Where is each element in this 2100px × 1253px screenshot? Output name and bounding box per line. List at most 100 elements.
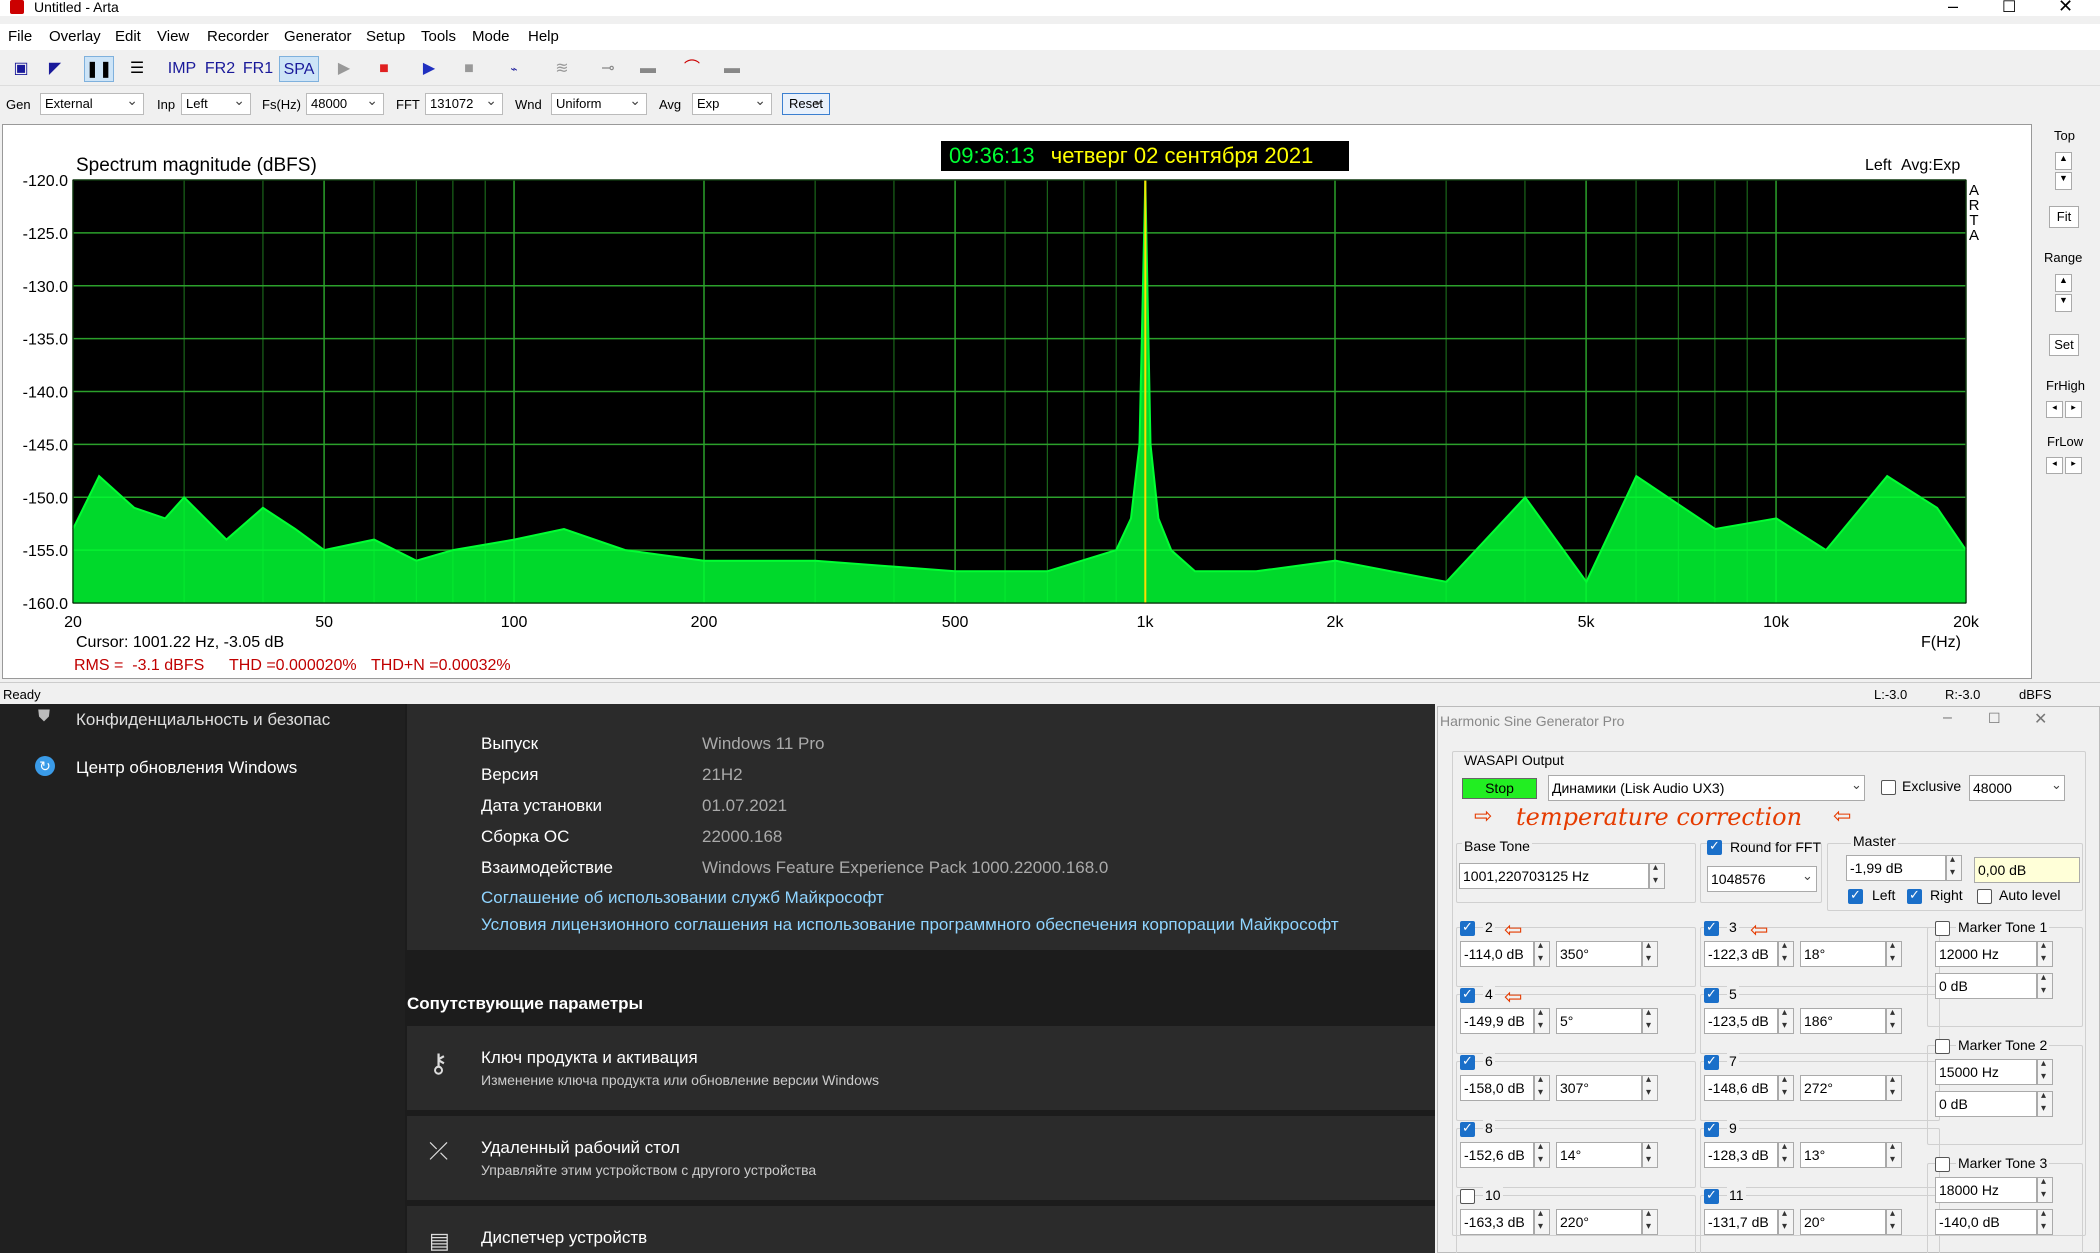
fit-button[interactable]: Fit (2049, 206, 2079, 228)
harmonic-checkbox[interactable] (1704, 1120, 1719, 1137)
base-tone-spinner[interactable] (1649, 862, 1665, 889)
harmonic-checkbox[interactable] (1460, 1189, 1475, 1204)
harmonic-phase-spinner[interactable] (1886, 1074, 1902, 1101)
base-tone-input[interactable]: 1001,220703125 Hz (1459, 863, 1649, 889)
marker-level-spinner[interactable] (2037, 1090, 2053, 1117)
harmonic-phase-spinner[interactable] (1886, 1141, 1902, 1168)
auto-level-checkbox[interactable] (1977, 889, 1992, 904)
menu-recorder[interactable]: Recorder (207, 28, 269, 45)
wnd-select[interactable]: Uniform (551, 90, 647, 115)
new-icon[interactable]: ▣ (10, 56, 32, 82)
harmonic-phase-spinner[interactable] (1642, 1007, 1658, 1034)
scope-icon[interactable]: ⌒ (676, 56, 708, 82)
range-up-button[interactable]: ▲ (2055, 274, 2072, 292)
harmonic-level-input[interactable]: -149,9 dB (1460, 1008, 1534, 1034)
harmonic-phase-input[interactable]: 13° (1800, 1142, 1886, 1168)
menu-file[interactable]: File (8, 28, 32, 45)
top-up-button[interactable]: ▲ (2055, 152, 2072, 170)
harmonic-level-input[interactable]: -158,0 dB (1460, 1075, 1534, 1101)
harmonic-level-input[interactable]: -128,3 dB (1704, 1142, 1778, 1168)
close-icon[interactable]: ✕ (2058, 0, 2073, 17)
harmonic-checkbox[interactable] (1704, 1187, 1719, 1204)
spectrum-chart[interactable]: 20 50 100 200 500 1k 2k 5k 10k 20k -120.0 -125.0 -13… (3, 125, 2033, 680)
marker-frequency-spinner[interactable] (2037, 1058, 2053, 1085)
avg-select[interactable]: Exp (692, 90, 772, 115)
marker-level-spinner[interactable] (2037, 1208, 2053, 1235)
harmonic-level-input[interactable]: -163,3 dB (1460, 1209, 1534, 1235)
card-device-manager[interactable]: ▤ Диспетчер устройств (407, 1206, 1435, 1253)
harmonic-level-spinner[interactable] (1778, 940, 1794, 967)
harmonic-level-input[interactable]: -122,3 dB (1704, 941, 1778, 967)
harmonic-phase-input[interactable]: 18° (1800, 941, 1886, 967)
harmonic-checkbox[interactable] (1704, 919, 1719, 936)
harmonic-checkbox[interactable] (1460, 986, 1475, 1003)
harmonic-phase-input[interactable]: 186° (1800, 1008, 1886, 1034)
round-fft-checkbox[interactable] (1707, 838, 1722, 855)
harmonic-phase-spinner[interactable] (1642, 1074, 1658, 1101)
spa-button[interactable]: SPA (279, 56, 319, 82)
harmonic-phase-input[interactable]: 14° (1556, 1142, 1642, 1168)
menu-view[interactable]: View (157, 28, 189, 45)
spectrum-plot[interactable]: Spectrum magnitude (dBFS) 09:36:13 четве… (2, 124, 2032, 679)
reset-button[interactable]: Reset (782, 90, 830, 115)
harmonic-level-spinner[interactable] (1534, 940, 1550, 967)
ms-license-link[interactable]: Условия лицензионного соглашения на испо… (481, 915, 1339, 935)
record-play-icon[interactable]: ▶ (415, 56, 443, 82)
maximize-icon[interactable]: ☐ (2002, 0, 2016, 17)
harmonic-phase-input[interactable]: 350° (1556, 941, 1642, 967)
menu-overlay[interactable]: Overlay (49, 28, 101, 45)
open-icon[interactable]: ◤ (44, 56, 66, 82)
marker-frequency-spinner[interactable] (2037, 1176, 2053, 1203)
output-device-select[interactable]: Динамики (Lisk Audio UX3) (1548, 775, 1865, 801)
menu-generator[interactable]: Generator (284, 28, 352, 45)
card-product-key[interactable]: ⚷ Ключ продукта и активация Изменение кл… (407, 1026, 1435, 1110)
fr2-button[interactable]: FR2 (203, 56, 237, 82)
harmonic-phase-spinner[interactable] (1886, 1007, 1902, 1034)
harmonic-level-spinner[interactable] (1778, 1141, 1794, 1168)
right-channel-checkbox[interactable] (1907, 887, 1922, 904)
master-spinner[interactable] (1946, 854, 1962, 881)
menu-edit[interactable]: Edit (115, 28, 141, 45)
marker-frequency-spinner[interactable] (2037, 940, 2053, 967)
marker-checkbox[interactable] (1935, 1039, 1950, 1054)
frlow-right-button[interactable]: ▸ (2065, 457, 2082, 474)
range-down-button[interactable]: ▼ (2055, 294, 2072, 312)
menu-tools[interactable]: Tools (421, 28, 456, 45)
harmonic-level-input[interactable]: -123,5 dB (1704, 1008, 1778, 1034)
calibrate-icon[interactable]: ⌁ (498, 56, 530, 82)
harmonic-phase-spinner[interactable] (1642, 1141, 1658, 1168)
harmonic-phase-spinner[interactable] (1886, 1208, 1902, 1235)
harmonic-level-spinner[interactable] (1534, 1007, 1550, 1034)
exclusive-checkbox[interactable] (1881, 780, 1896, 795)
minimize-icon[interactable]: – (1948, 0, 1958, 17)
menu-help[interactable]: Help (528, 28, 559, 45)
harmonic-level-input[interactable]: -114,0 dB (1460, 941, 1534, 967)
top-down-button[interactable]: ▼ (2055, 172, 2072, 190)
stop-button[interactable]: Stop (1462, 778, 1537, 799)
frhigh-left-button[interactable]: ◂ (2046, 401, 2063, 418)
harmonic-level-input[interactable]: -131,7 dB (1704, 1209, 1778, 1235)
harmonic-checkbox[interactable] (1460, 1053, 1475, 1070)
frlow-left-button[interactable]: ◂ (2046, 457, 2063, 474)
harmonic-level-spinner[interactable] (1778, 1074, 1794, 1101)
wave-icon[interactable]: ≋ (546, 56, 578, 82)
marker-level-input[interactable]: 0 dB (1935, 973, 2037, 999)
harmonic-phase-input[interactable]: 307° (1556, 1075, 1642, 1101)
fs-select[interactable]: 48000 (306, 90, 384, 115)
card-remote-desktop[interactable]: ⤫ Удаленный рабочий стол Управляйте этим… (407, 1116, 1435, 1200)
fft-size-select[interactable]: 1048576 (1707, 866, 1817, 892)
frhigh-right-button[interactable]: ▸ (2065, 401, 2082, 418)
harmonic-level-spinner[interactable] (1534, 1208, 1550, 1235)
hsg-minimize-icon[interactable]: – (1943, 709, 1952, 727)
list-icon[interactable]: ☰ (122, 56, 152, 82)
master-input[interactable]: -1,99 dB (1846, 855, 1946, 881)
left-channel-checkbox[interactable] (1848, 887, 1863, 904)
harmonic-level-spinner[interactable] (1778, 1007, 1794, 1034)
harmonic-level-input[interactable]: -148,6 dB (1704, 1075, 1778, 1101)
harmonic-phase-input[interactable]: 20° (1800, 1209, 1886, 1235)
harmonic-phase-spinner[interactable] (1642, 1208, 1658, 1235)
fft-select[interactable]: 131072 (425, 90, 503, 115)
harmonic-phase-spinner[interactable] (1642, 940, 1658, 967)
harmonic-level-input[interactable]: -152,6 dB (1460, 1142, 1534, 1168)
record-stop-icon[interactable]: ■ (455, 56, 483, 82)
